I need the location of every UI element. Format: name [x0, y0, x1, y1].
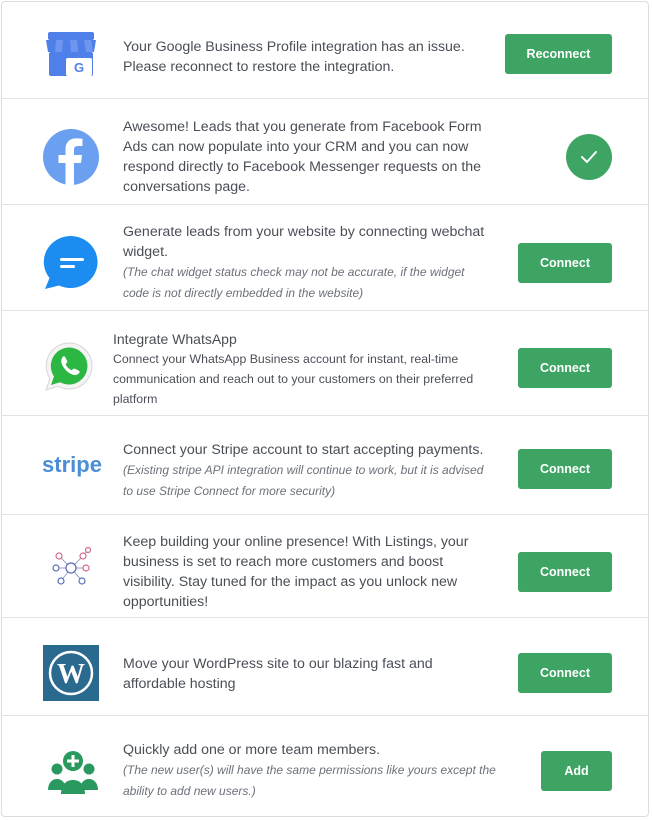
integration-row-team: Quickly add one or more team members. (T… — [2, 716, 648, 816]
integration-row-facebook: Awesome! Leads that you generate from Fa… — [2, 99, 648, 205]
integrations-card: G Your Google Business Profile integrati… — [1, 1, 649, 817]
integration-description: Your Google Business Profile integration… — [123, 39, 465, 75]
integration-description: Keep building your online presence! With… — [123, 534, 469, 610]
integration-note: (The new user(s) will have the same perm… — [123, 763, 496, 798]
integration-description: Awesome! Leads that you generate from Fa… — [123, 119, 482, 195]
integration-title: Integrate WhatsApp — [113, 331, 237, 347]
integration-text: Connect your WhatsApp Business account f… — [113, 352, 474, 406]
integration-description: Quickly add one or more team members. (T… — [123, 740, 513, 802]
integration-note: (The chat widget status check may not be… — [123, 265, 465, 300]
integration-row-stripe: stripe Connect your Stripe account to st… — [2, 416, 648, 515]
network-nodes-icon — [42, 537, 100, 595]
connect-stripe-button[interactable]: Connect — [518, 449, 612, 489]
integration-row-listings: Keep building your online presence! With… — [2, 515, 648, 618]
whatsapp-icon — [40, 338, 98, 396]
connect-whatsapp-button[interactable]: Connect — [518, 348, 612, 388]
integration-note: (Existing stripe API integration will co… — [123, 463, 484, 498]
add-team-members-icon — [47, 750, 99, 798]
stripe-logo: stripe — [41, 450, 103, 480]
add-team-members-button[interactable]: Add — [541, 751, 612, 791]
integration-text: Connect your Stripe account to start acc… — [123, 442, 484, 458]
google-business-store-icon: G — [42, 26, 100, 84]
integration-description: Generate leads from your website by conn… — [123, 222, 493, 304]
integration-description: Connect your Stripe account to start acc… — [123, 440, 493, 502]
connect-wordpress-button[interactable]: Connect — [518, 653, 612, 693]
integration-text: Quickly add one or more team members. — [123, 742, 381, 758]
svg-text:G: G — [74, 60, 84, 75]
integration-text: Generate leads from your website by conn… — [123, 224, 485, 260]
integration-row-wordpress: W Move your WordPress site to our blazin… — [2, 618, 648, 716]
integration-row-webchat: Generate leads from your website by conn… — [2, 205, 648, 311]
connect-listings-button[interactable]: Connect — [518, 552, 612, 592]
integration-row-whatsapp: Integrate WhatsApp Connect your WhatsApp… — [2, 311, 648, 416]
svg-text:stripe: stripe — [42, 452, 102, 477]
integration-description: Move your WordPress site to our blazing … — [123, 656, 433, 692]
integration-row-google-business: G Your Google Business Profile integrati… — [2, 2, 648, 99]
svg-text:W: W — [57, 659, 85, 690]
reconnect-button[interactable]: Reconnect — [505, 34, 612, 74]
chat-bubble-icon — [42, 234, 100, 292]
wordpress-icon: W — [43, 645, 99, 701]
facebook-icon — [42, 128, 100, 186]
connected-check-icon — [566, 134, 612, 180]
integration-description: Integrate WhatsApp Connect your WhatsApp… — [113, 329, 493, 409]
connect-webchat-button[interactable]: Connect — [518, 243, 612, 283]
